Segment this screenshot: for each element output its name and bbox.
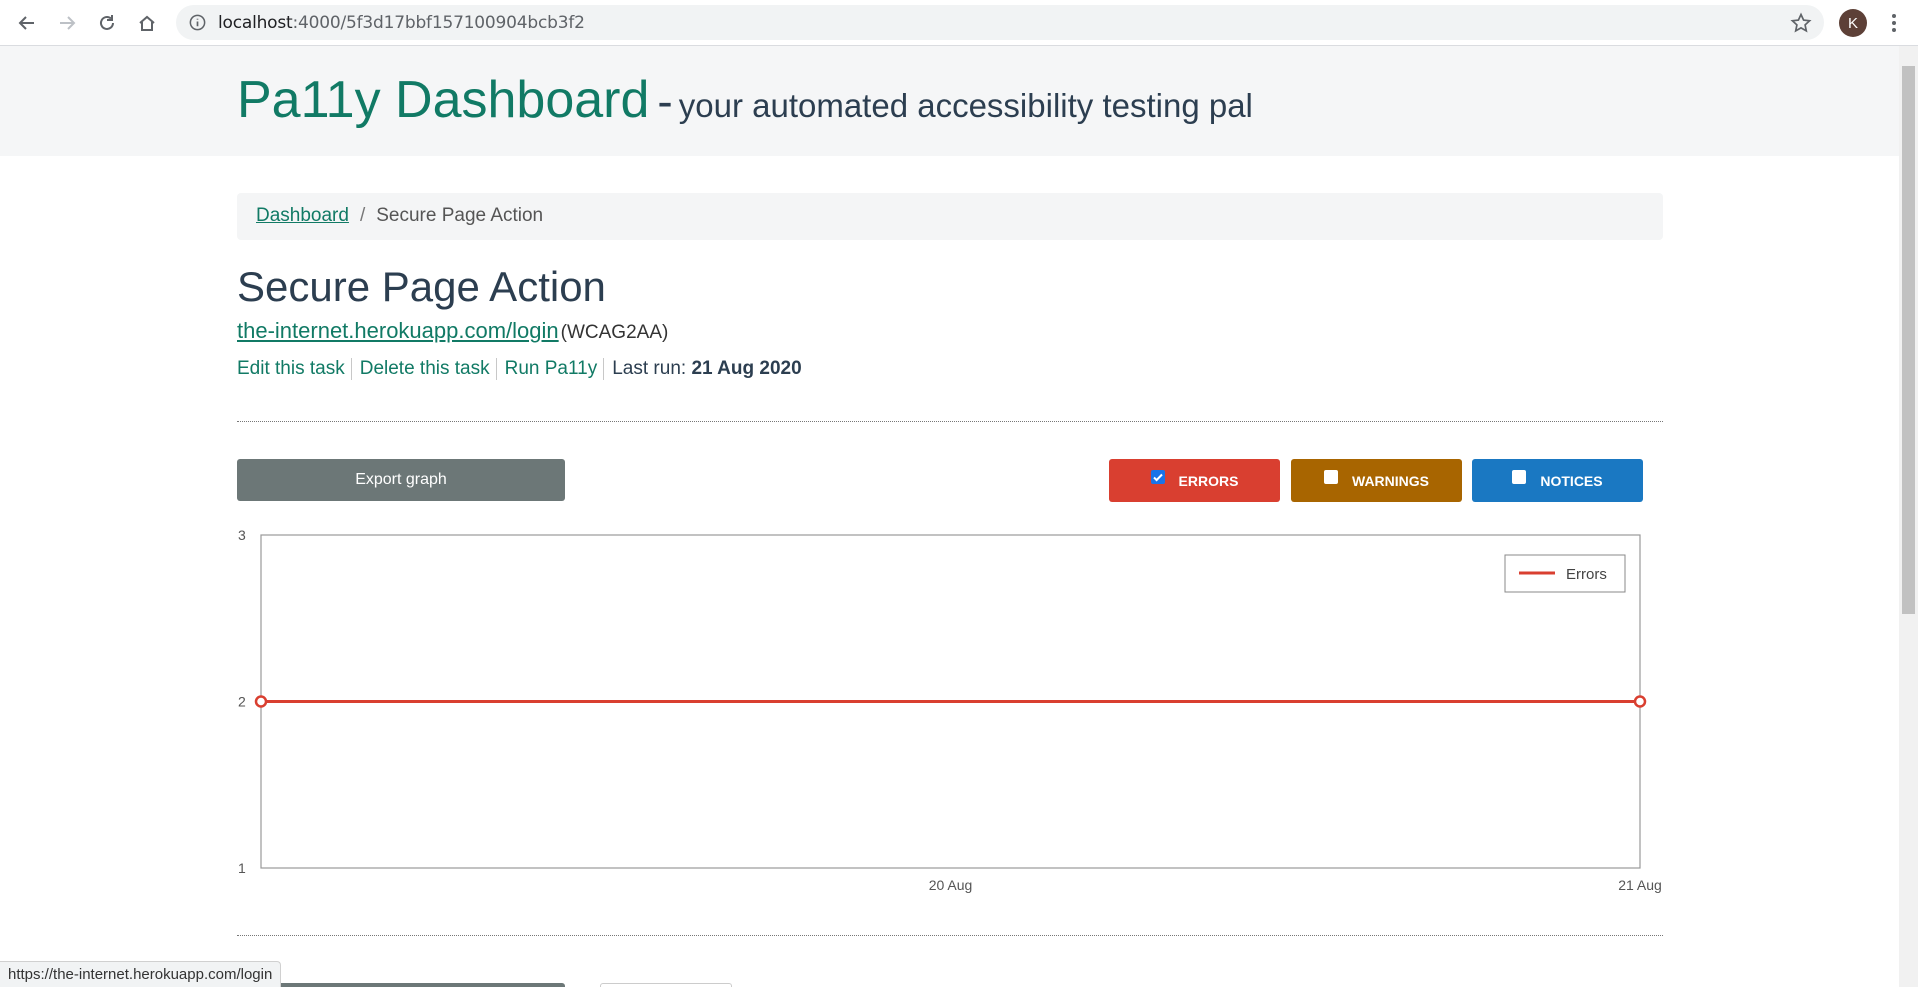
y-tick-label: 1 — [238, 860, 246, 876]
notices-filter-label: NOTICES — [1540, 472, 1603, 489]
arrow-right-icon — [60, 16, 76, 30]
browser-toolbar: localhost:4000/5f3d17bbf157100904bcb3f2 … — [0, 0, 1918, 46]
data-point[interactable] — [254, 695, 268, 708]
title-dash: - — [657, 75, 673, 127]
site-header: Pa11y Dashboard - your automated accessibi… — [0, 46, 1899, 156]
errors-checkbox[interactable] — [1150, 469, 1165, 484]
site-tagline: your automated accessibility testing pal — [678, 87, 1253, 124]
breadcrumb-dashboard-link[interactable]: Dashboard — [256, 205, 349, 226]
run-pa11y-link[interactable]: Run Pa11y — [505, 358, 605, 380]
breadcrumb-separator: / — [359, 205, 366, 226]
y-tick-label: 2 — [238, 694, 246, 710]
site-brand-link[interactable]: Pa11y Dashboard — [237, 71, 649, 129]
task-url-line: the-internet.herokuapp.com/login (WCAG2AA… — [237, 318, 668, 344]
arrow-left-icon — [18, 16, 34, 30]
forward-button[interactable] — [52, 8, 82, 38]
bookmark-star-icon[interactable] — [1790, 12, 1812, 34]
home-button[interactable] — [132, 8, 162, 38]
site-title: Pa11y Dashboard - your automated accessibi… — [237, 70, 1253, 130]
errors-filter-label: ERRORS — [1178, 472, 1239, 489]
task-title: Secure Page Action — [237, 263, 606, 310]
info-icon — [189, 14, 206, 31]
profile-avatar[interactable]: K — [1839, 9, 1867, 37]
notices-checkbox[interactable] — [1512, 469, 1527, 484]
scrollbar-thumb[interactable] — [1902, 66, 1915, 614]
x-tick-label: 21 Aug — [1618, 877, 1662, 893]
delete-task-link[interactable]: Delete this task — [360, 358, 497, 380]
edit-task-link[interactable]: Edit this task — [237, 358, 352, 380]
task-url-link[interactable]: the-internet.herokuapp.com/login — [237, 318, 559, 343]
next-section-button[interactable] — [237, 983, 565, 987]
last-run-date: 21 Aug 2020 — [691, 358, 802, 379]
warnings-filter-label: WARNINGS — [1352, 472, 1429, 489]
errors-filter-button[interactable]: ERRORS — [1109, 459, 1280, 502]
warnings-filter-button[interactable]: WARNINGS — [1291, 459, 1462, 502]
checkmark-icon — [1152, 473, 1163, 482]
task-actions: Edit this task Delete this task Run Pa11… — [237, 358, 802, 380]
last-run-label: Last run: — [612, 358, 687, 379]
results-line-chart: 1 2 3 20 Aug 21 Aug Errors — [238, 527, 1662, 893]
next-section-button-secondary[interactable] — [600, 983, 732, 987]
section-divider-bottom — [237, 935, 1663, 936]
link-status-tooltip: https://the-internet.herokuapp.com/login — [0, 961, 282, 987]
export-graph-button[interactable]: Export graph — [237, 459, 565, 501]
last-run: Last run: 21 Aug 2020 — [612, 358, 801, 380]
breadcrumb-current: Secure Page Action — [376, 205, 544, 226]
data-point[interactable] — [1633, 695, 1647, 708]
reload-icon — [100, 15, 114, 30]
page-scrollbar[interactable] — [1899, 46, 1918, 987]
warnings-checkbox[interactable] — [1324, 469, 1338, 484]
breadcrumb: Dashboard / Secure Page Action — [237, 193, 1663, 240]
back-button[interactable] — [12, 8, 42, 38]
y-tick-label: 3 — [238, 527, 246, 543]
notices-filter-button[interactable]: NOTICES — [1472, 459, 1643, 502]
section-divider — [237, 421, 1663, 422]
home-icon — [139, 15, 155, 31]
legend-label: Errors — [1566, 566, 1607, 583]
more-vert-icon[interactable] — [1882, 11, 1906, 35]
x-tick-label: 20 Aug — [929, 877, 973, 893]
reload-button[interactable] — [92, 8, 122, 38]
task-standard: (WCAG2AA) — [560, 322, 669, 343]
address-bar[interactable]: localhost:4000/5f3d17bbf157100904bcb3f2 — [176, 5, 1824, 40]
url-text: localhost:4000/5f3d17bbf157100904bcb3f2 — [218, 13, 585, 33]
